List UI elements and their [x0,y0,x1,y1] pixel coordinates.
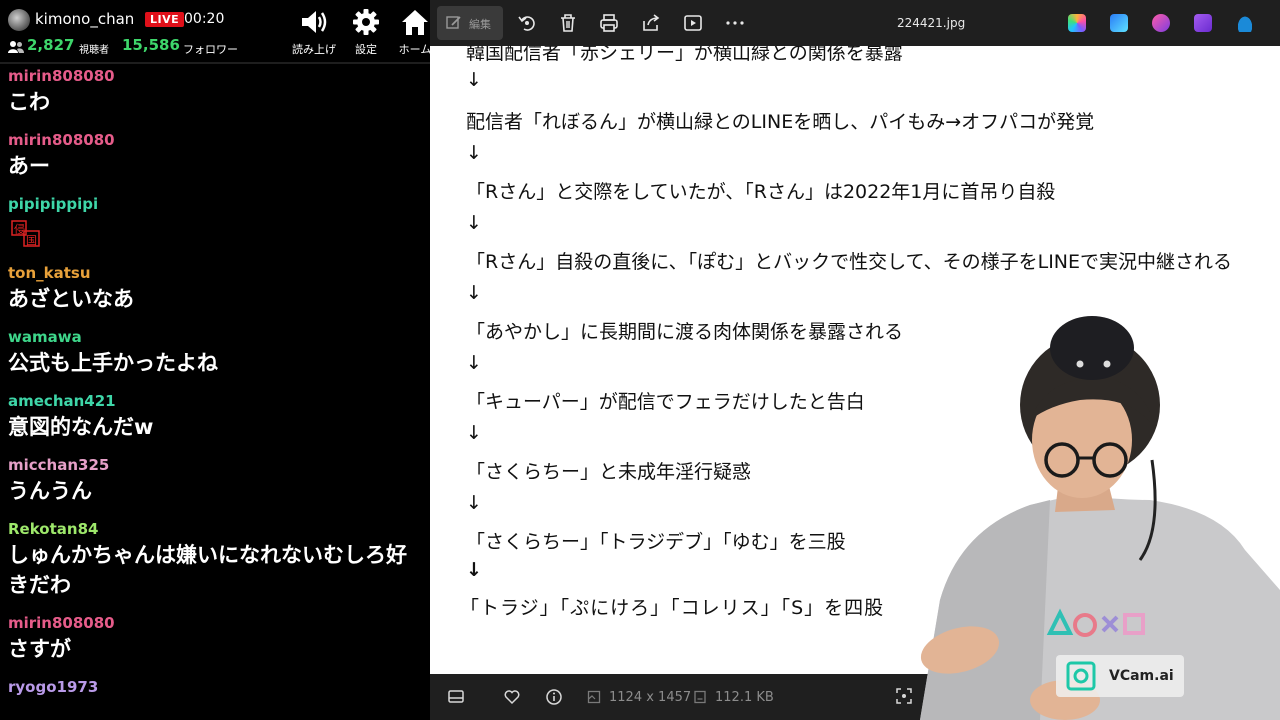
chat-username[interactable]: mirin808080 [8,613,422,634]
edit-label: 編集 [469,18,491,31]
chat-username[interactable]: amechan421 [8,391,422,412]
read-aloud-label: 読み上げ [292,43,336,56]
doc-arrow: ↓ [466,212,482,234]
info-icon[interactable] [545,688,563,706]
vcam-brand: VCam.ai [1109,668,1174,684]
chat-message: mirin808080 さすが [0,613,430,664]
filmstrip-icon[interactable] [447,688,465,706]
follower-count: 15,586 [122,36,180,54]
chat-message: mirin808080 あー [0,130,430,181]
avatar[interactable] [8,9,30,31]
doc-arrow: ↓ [466,559,482,581]
home-label: ホーム [398,43,430,56]
doc-line: 「さくらちー」「トラジデブ」「ゆむ」を三股 [466,531,846,553]
gear-icon [353,9,379,35]
stamp-icon: 侵 国 [11,220,40,247]
favorite-icon[interactable] [503,688,521,706]
designer-icon[interactable] [1110,14,1128,32]
chat-username[interactable]: micchan325 [8,455,422,476]
vcam-logo-icon [1066,661,1096,691]
chat-message: mirin808080 こわ [0,66,430,117]
chat-text: うんうん [8,479,92,503]
file-size-icon [694,690,706,704]
chat-username[interactable]: ryogo1973 [8,677,422,698]
chat-username[interactable]: mirin808080 [8,66,422,87]
chat-panel: kimono_chan LIVE 00:20 2,827 視聴者 15,586 … [0,0,430,720]
edit-button[interactable]: 編集 [437,6,503,40]
svg-text:国: 国 [26,234,37,247]
more-icon[interactable] [724,12,746,34]
doc-line: 「Rさん」と交際をしていたが、「Rさん」は2022年1月に首吊り自殺 [466,181,1056,203]
file-size: 112.1 KB [715,690,774,705]
read-aloud-button[interactable]: 読み上げ [284,6,344,58]
chat-username[interactable]: ton_katsu [8,263,422,284]
channel-name[interactable]: kimono_chan [35,10,134,28]
speaker-icon [302,11,327,33]
stream-header: kimono_chan LIVE 00:20 2,827 視聴者 15,586 … [0,0,430,64]
chat-message: ryogo1973 [0,677,430,698]
doc-line: 韓国配信者「赤シェリー」が横山緑との関係を暴露 [466,46,903,64]
viewer-label: 視聴者 [79,45,109,56]
chat-text: あー [8,154,50,178]
chat-message: Rekotan84 しゅんかちゃんは嫌いになれないむしろ好きだわ [0,519,430,600]
onedrive-icon[interactable] [1236,14,1254,32]
chat-message: micchan325 うんうん [0,455,430,506]
copilot-icon[interactable] [1068,14,1086,32]
follower-label: フォロワー [183,43,238,56]
chat-list: mirin808080 こわ mirin808080 あー pipipippip… [0,66,430,698]
chat-message: ton_katsu あざといなあ [0,263,430,314]
chat-username[interactable]: mirin808080 [8,130,422,151]
doc-arrow: ↓ [466,69,482,91]
file-name: 224421.jpg [897,16,966,30]
delete-icon[interactable] [557,12,579,34]
chat-username[interactable]: Rekotan84 [8,519,422,540]
chat-text: こわ [8,90,50,114]
chat-message: wamawa 公式も上手かったよね [0,327,430,378]
slideshow-icon[interactable] [682,12,704,34]
doc-line: 配信者「れぼるん」が横山緑とのLINEを晒し、パイもみ→オフパコが発覚 [466,111,1095,133]
print-icon[interactable] [598,12,620,34]
chat-text: しゅんかちゃんは嫌いになれないむしろ好きだわ [8,543,407,597]
chat-text: あざといなあ [8,287,134,311]
doc-line: 「あやかし」に長期間に渡る肉体関係を暴露される [466,321,904,343]
doc-line: 「トラジ」「ぷにけろ」「コレリス」「S」を四股 [460,597,885,619]
doc-arrow: ↓ [466,352,482,374]
elapsed-time: 00:20 [184,11,225,27]
doc-arrow: ↓ [466,142,482,164]
doc-line: 「キューパー」が配信でフェラだけしたと告白 [466,391,865,413]
chat-username[interactable]: pipipippipi [8,194,422,215]
live-badge: LIVE [145,12,185,27]
chat-text: さすが [8,637,71,661]
viewer-count: 2,827 [27,36,75,54]
doc-arrow: ↓ [466,492,482,514]
screen: kimono_chan LIVE 00:20 2,827 視聴者 15,586 … [0,0,1280,720]
viewer-toolbar: 編集 224421.jpg [430,0,1280,46]
doc-arrow: ↓ [466,422,482,444]
home-icon [402,10,428,35]
clipchamp-icon[interactable] [1152,14,1170,32]
doc-arrow: ↓ [466,282,482,304]
chat-text: 意図的なんだw [8,415,154,439]
edit-icon [446,16,461,29]
image-dimensions: 1124 x 1457 [609,690,692,705]
dimensions-icon [587,690,601,704]
chat-message: amechan421 意図的なんだw [0,391,430,442]
chat-text: 公式も上手かったよね [8,351,218,375]
doc-line: 「Rさん」自殺の直後に、「ぽむ」とバックで性交して、その様子をLINEで実況中継… [466,251,1233,273]
share-icon[interactable] [640,12,662,34]
doc-line: 「さくらちー」と未成年淫行疑惑 [466,461,752,483]
rotate-icon[interactable] [516,12,538,34]
viewers-icon [8,41,24,53]
home-button[interactable]: ホーム [385,6,430,58]
chat-message: pipipippipi 侵 国 [0,194,430,263]
chat-username[interactable]: wamawa [8,327,422,348]
onenote-icon[interactable] [1194,14,1212,32]
